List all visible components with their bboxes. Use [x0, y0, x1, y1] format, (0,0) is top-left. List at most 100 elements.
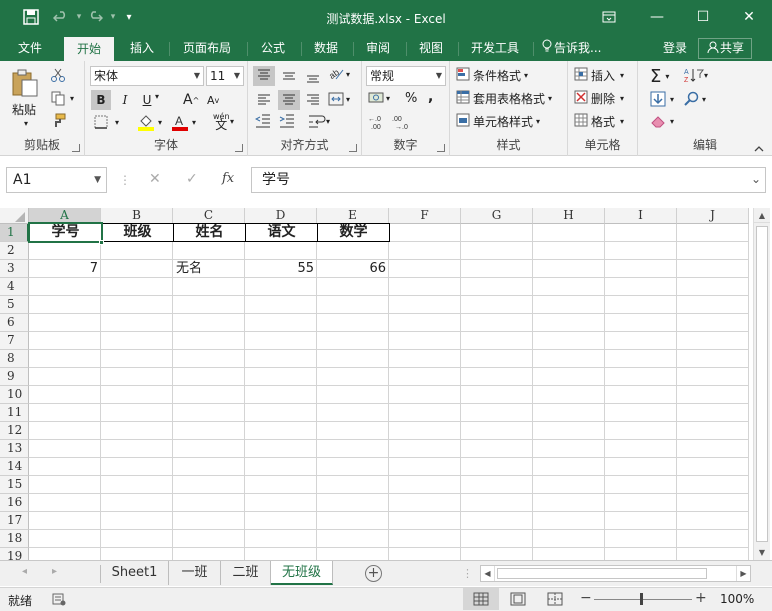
tell-me-search[interactable]: 告诉我... [542, 36, 618, 61]
name-box[interactable]: A1 ▼ [6, 167, 107, 193]
font-name-select[interactable]: 宋体 ▼ [90, 66, 204, 86]
font-color-icon[interactable]: A ▾ [171, 113, 196, 131]
middle-align-icon[interactable] [278, 66, 300, 86]
add-sheet-button[interactable]: + [365, 565, 382, 582]
zoom-slider-track[interactable] [594, 599, 692, 600]
scroll-down-icon[interactable]: ▼ [754, 545, 770, 560]
decrease-decimal-icon[interactable]: .00 →.0 [392, 114, 412, 130]
top-align-icon[interactable] [253, 66, 275, 86]
decrease-indent-icon[interactable] [255, 114, 271, 128]
cell-D3[interactable]: 55 [245, 260, 317, 278]
horizontal-scrollbar[interactable]: ◀ ▶ [480, 565, 751, 582]
paste-icon[interactable] [10, 67, 42, 99]
scroll-left-icon[interactable]: ◀ [481, 566, 495, 581]
tab-developer[interactable]: 开发工具 [464, 36, 526, 61]
sheet-tab-class1[interactable]: 一班 [169, 561, 221, 585]
delete-cells-button[interactable]: 删除 ▾ [574, 90, 624, 107]
cut-icon[interactable] [50, 67, 66, 83]
cell-A3[interactable]: 7 [29, 260, 101, 278]
close-button[interactable]: ✕ [726, 0, 772, 34]
column-header-b[interactable]: B [101, 208, 173, 224]
column-header-i[interactable]: I [605, 208, 677, 224]
cell-D1[interactable]: 语文 [245, 223, 318, 242]
scroll-right-icon[interactable]: ▶ [736, 566, 750, 581]
scroll-up-icon[interactable]: ▲ [754, 208, 770, 223]
format-painter-icon[interactable] [50, 113, 66, 129]
tab-formulas[interactable]: 公式 [253, 36, 293, 61]
normal-view-button[interactable] [463, 588, 499, 610]
row-header-18[interactable]: 18 [0, 530, 29, 548]
row-header-2[interactable]: 2 [0, 242, 29, 260]
cell-E3[interactable]: 66 [317, 260, 389, 278]
cell-B1[interactable]: 班级 [101, 223, 174, 242]
row-header-14[interactable]: 14 [0, 458, 29, 476]
vertical-scroll-thumb[interactable] [756, 226, 768, 542]
find-select-icon[interactable]: ▾ [684, 91, 706, 107]
italic-button[interactable]: I [116, 90, 134, 110]
row-header-8[interactable]: 8 [0, 350, 29, 368]
column-header-e[interactable]: E [317, 208, 389, 224]
row-header-10[interactable]: 10 [0, 386, 29, 404]
increase-font-button[interactable]: A ^ [183, 90, 199, 110]
ribbon-display-options-icon[interactable] [586, 0, 632, 34]
bold-button[interactable]: B [91, 90, 111, 110]
merge-center-icon[interactable]: ▾ [328, 92, 350, 106]
phonetic-dropdown-icon[interactable]: ▾ [230, 117, 234, 126]
sheet-tab-sheet1[interactable]: Sheet1 [101, 561, 169, 585]
increase-indent-icon[interactable] [279, 114, 295, 128]
comma-style-button[interactable]: , [428, 89, 433, 105]
fill-down-icon[interactable]: ▾ [650, 91, 674, 107]
row-header-13[interactable]: 13 [0, 440, 29, 458]
font-size-select[interactable]: 11 ▼ [206, 66, 244, 86]
number-launcher-icon[interactable] [437, 144, 445, 152]
autosum-icon[interactable]: Σ ▾ [650, 66, 669, 87]
column-header-j[interactable]: J [677, 208, 749, 224]
row-header-7[interactable]: 7 [0, 332, 29, 350]
align-right-icon[interactable] [302, 90, 324, 110]
font-launcher-icon[interactable] [235, 144, 243, 152]
phonetic-guide-button[interactable]: wén 文 [213, 112, 230, 131]
formula-input[interactable]: 学号 ⌄ [251, 167, 766, 193]
cancel-formula-icon[interactable]: ✕ [149, 171, 161, 187]
worksheet-grid[interactable]: ABCDEFGHIJ 1 2 3 4 5 6 7 8 9 10 11 12 13 14 15 16 17 18 19… [0, 206, 772, 560]
select-all-button[interactable] [0, 208, 29, 224]
number-format-select[interactable]: 常规 ▼ [366, 66, 446, 86]
row-header-4[interactable]: 4 [0, 278, 29, 296]
percent-style-button[interactable]: % [405, 91, 417, 106]
zoom-level[interactable]: 100% [720, 592, 754, 606]
sort-filter-icon[interactable]: AZ ▾ [684, 67, 708, 83]
bottom-align-icon[interactable] [302, 66, 324, 86]
fill-handle[interactable] [99, 240, 104, 245]
format-cells-button[interactable]: 格式 ▾ [574, 113, 624, 130]
next-sheet-icon[interactable]: ▸ [52, 566, 57, 577]
insert-function-button[interactable]: fx [222, 171, 234, 186]
vertical-scrollbar[interactable]: ▲ ▼ [753, 208, 770, 560]
align-left-icon[interactable] [253, 90, 275, 110]
sign-in-link[interactable]: 登录 [654, 36, 696, 61]
column-header-h[interactable]: H [533, 208, 605, 224]
insert-cells-button[interactable]: 插入 ▾ [574, 67, 624, 84]
minimize-button[interactable]: — [634, 0, 680, 34]
decrease-font-button[interactable]: Av [207, 90, 219, 110]
tab-insert[interactable]: 插入 [120, 36, 164, 61]
cell-styles-button[interactable]: 单元格样式 ▾ [456, 113, 540, 130]
row-header-6[interactable]: 6 [0, 314, 29, 332]
conditional-formatting-button[interactable]: 条件格式 ▾ [456, 67, 528, 84]
format-as-table-button[interactable]: 套用表格格式 ▾ [456, 90, 552, 107]
fill-color-icon[interactable]: ▾ [137, 113, 162, 131]
zoom-out-button[interactable]: − [580, 590, 592, 606]
cell-E1[interactable]: 数学 [317, 223, 390, 242]
row-header-17[interactable]: 17 [0, 512, 29, 530]
prev-sheet-icon[interactable]: ◂ [22, 566, 27, 577]
row-header-9[interactable]: 9 [0, 368, 29, 386]
column-header-c[interactable]: C [173, 208, 245, 224]
increase-decimal-icon[interactable]: ←.0.00 [368, 114, 388, 130]
orientation-icon[interactable]: ab ▾ [328, 66, 350, 82]
tab-file[interactable]: 文件 [8, 36, 52, 61]
row-header-3[interactable]: 3 [0, 260, 29, 278]
row-header-12[interactable]: 12 [0, 422, 29, 440]
page-break-preview-icon[interactable] [547, 592, 563, 609]
alignment-launcher-icon[interactable] [349, 144, 357, 152]
cell-C3[interactable]: 无名 [176, 260, 245, 278]
paste-dropdown-icon[interactable]: ▾ [24, 119, 28, 128]
